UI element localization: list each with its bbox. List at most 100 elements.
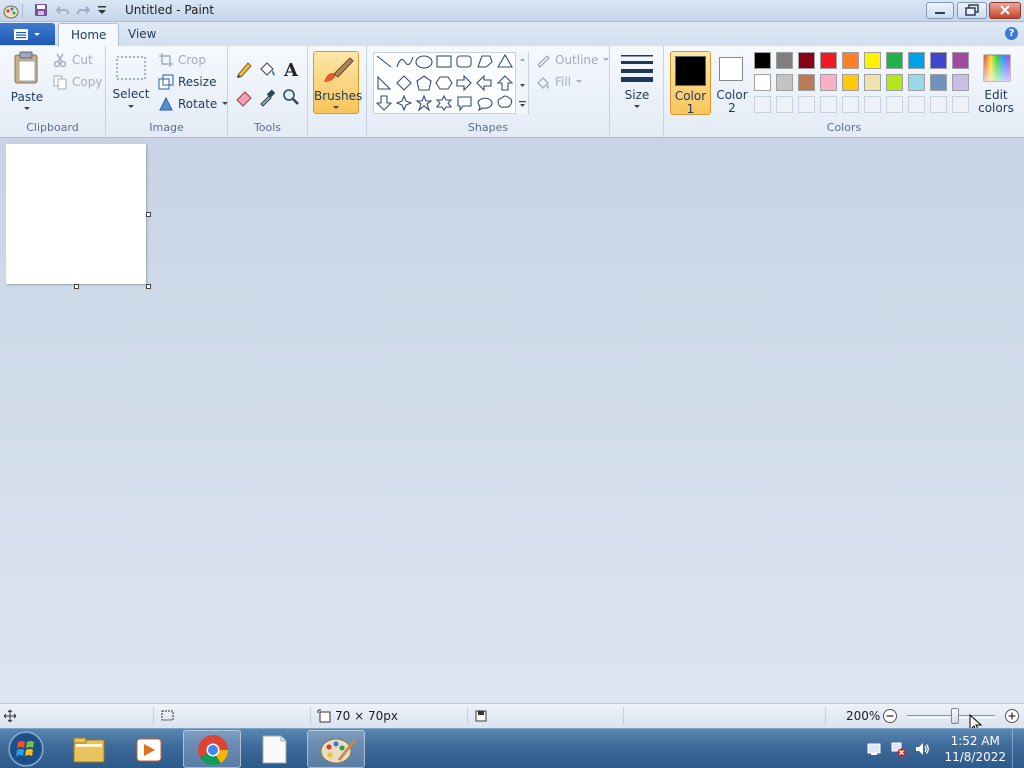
resize-handle-bottom[interactable] [74, 284, 79, 289]
tab-home[interactable]: Home [58, 23, 120, 46]
color-picker-tool[interactable] [256, 86, 276, 107]
eraser-tool[interactable] [233, 86, 253, 107]
paint-app-icon[interactable] [3, 3, 19, 22]
brushes-button[interactable]: Brushes [313, 51, 362, 114]
close-button[interactable] [989, 2, 1021, 19]
resize-button[interactable]: Resize [158, 74, 216, 90]
rounded-callout-shape-icon[interactable] [457, 96, 472, 112]
custom-color-slot[interactable] [908, 96, 925, 113]
oval-shape-icon[interactable] [415, 55, 433, 69]
palette-swatch[interactable] [952, 52, 969, 69]
palette-swatch[interactable] [886, 74, 903, 91]
drawing-canvas[interactable] [6, 144, 146, 284]
palette-swatch[interactable] [776, 52, 793, 69]
paint-menu-button[interactable] [0, 23, 55, 45]
left-arrow-shape-icon[interactable] [476, 74, 492, 92]
palette-swatch[interactable] [842, 74, 859, 91]
save-icon[interactable] [33, 2, 49, 21]
network-icon[interactable] [890, 741, 906, 757]
palette-swatch[interactable] [864, 52, 881, 69]
line-shape-icon[interactable] [376, 55, 392, 68]
palette-swatch[interactable] [754, 74, 771, 91]
start-button[interactable] [4, 730, 46, 768]
five-point-star-shape-icon[interactable] [415, 94, 433, 112]
custom-color-slot[interactable] [930, 96, 947, 113]
palette-swatch[interactable] [754, 52, 771, 69]
palette-swatch[interactable] [776, 74, 793, 91]
six-point-star-shape-icon[interactable] [435, 94, 453, 111]
rotate-button[interactable]: Rotate [158, 96, 229, 112]
action-center-icon[interactable] [866, 741, 882, 757]
zoom-in-icon[interactable] [1004, 708, 1020, 724]
tab-view[interactable]: View [116, 23, 168, 46]
redo-icon[interactable] [75, 2, 91, 21]
custom-color-slot[interactable] [886, 96, 903, 113]
zoom-out-icon[interactable] [882, 708, 898, 724]
curve-shape-icon[interactable] [396, 56, 414, 68]
crop-button[interactable]: Crop [158, 52, 206, 68]
paste-button[interactable]: Paste [6, 50, 48, 116]
pentagon-shape-icon[interactable] [416, 75, 432, 91]
palette-swatch[interactable] [930, 74, 947, 91]
minimize-button[interactable] [926, 2, 954, 19]
customize-quick-access-icon[interactable] [97, 4, 107, 19]
resize-handle-corner[interactable] [146, 284, 151, 289]
taskbar-notepad[interactable] [245, 730, 303, 768]
cloud-callout-shape-icon[interactable] [497, 95, 513, 108]
right-triangle-shape-icon[interactable] [377, 75, 392, 90]
palette-swatch[interactable] [820, 52, 837, 69]
down-arrow-shape-icon[interactable] [375, 95, 393, 111]
oval-callout-shape-icon[interactable] [477, 97, 493, 112]
shapes-scroll[interactable] [515, 52, 528, 114]
help-icon[interactable]: ? [1005, 27, 1018, 40]
size-button[interactable]: Size [616, 52, 658, 116]
color-1-button[interactable]: Color 1 [670, 51, 711, 116]
cut-button[interactable]: Cut [52, 52, 93, 68]
taskbar-paint[interactable] [307, 730, 365, 768]
custom-color-slot[interactable] [754, 96, 771, 113]
triangle-shape-icon[interactable] [497, 53, 513, 68]
taskbar-chrome[interactable] [183, 730, 241, 768]
color-2-button[interactable]: Color 2 [712, 51, 752, 115]
taskbar-clock[interactable]: 1:52 AM 11/8/2022 [944, 733, 1006, 765]
rectangle-shape-icon[interactable] [436, 55, 452, 68]
custom-color-slot[interactable] [820, 96, 837, 113]
volume-icon[interactable] [914, 741, 930, 757]
palette-swatch[interactable] [952, 74, 969, 91]
up-arrow-shape-icon[interactable] [496, 75, 514, 91]
outline-button[interactable]: Outline [535, 52, 610, 68]
edit-colors-button[interactable]: Edit colors [974, 51, 1018, 115]
text-tool[interactable]: A [280, 58, 300, 81]
custom-color-slot[interactable] [952, 96, 969, 113]
copy-button[interactable]: Copy [52, 74, 102, 90]
taskbar-explorer[interactable] [60, 730, 118, 768]
pencil-tool[interactable] [233, 58, 253, 78]
custom-color-slot[interactable] [776, 96, 793, 113]
custom-color-slot[interactable] [864, 96, 881, 113]
custom-color-slot[interactable] [798, 96, 815, 113]
zoom-slider-thumb[interactable] [951, 708, 959, 724]
resize-handle-right[interactable] [146, 212, 151, 217]
palette-swatch[interactable] [820, 74, 837, 91]
undo-icon[interactable] [55, 2, 71, 21]
palette-swatch[interactable] [886, 52, 903, 69]
magnifier-tool[interactable] [280, 86, 300, 106]
fill-tool[interactable] [256, 58, 276, 78]
select-button[interactable]: Select [112, 54, 150, 116]
rounded-rectangle-shape-icon[interactable] [456, 55, 472, 68]
fill-button[interactable]: Fill [535, 74, 583, 90]
show-desktop-button[interactable] [1012, 729, 1024, 768]
palette-swatch[interactable] [908, 74, 925, 91]
restore-button[interactable] [957, 2, 987, 19]
palette-swatch[interactable] [864, 74, 881, 91]
taskbar-media-player[interactable] [121, 730, 179, 768]
right-arrow-shape-icon[interactable] [456, 74, 472, 92]
palette-swatch[interactable] [798, 52, 815, 69]
palette-swatch[interactable] [798, 74, 815, 91]
palette-swatch[interactable] [930, 52, 947, 69]
shapes-gallery[interactable] [373, 52, 529, 114]
palette-swatch[interactable] [842, 52, 859, 69]
palette-swatch[interactable] [908, 52, 925, 69]
polygon-shape-icon[interactable] [477, 55, 493, 68]
hexagon-shape-icon[interactable] [435, 76, 453, 90]
